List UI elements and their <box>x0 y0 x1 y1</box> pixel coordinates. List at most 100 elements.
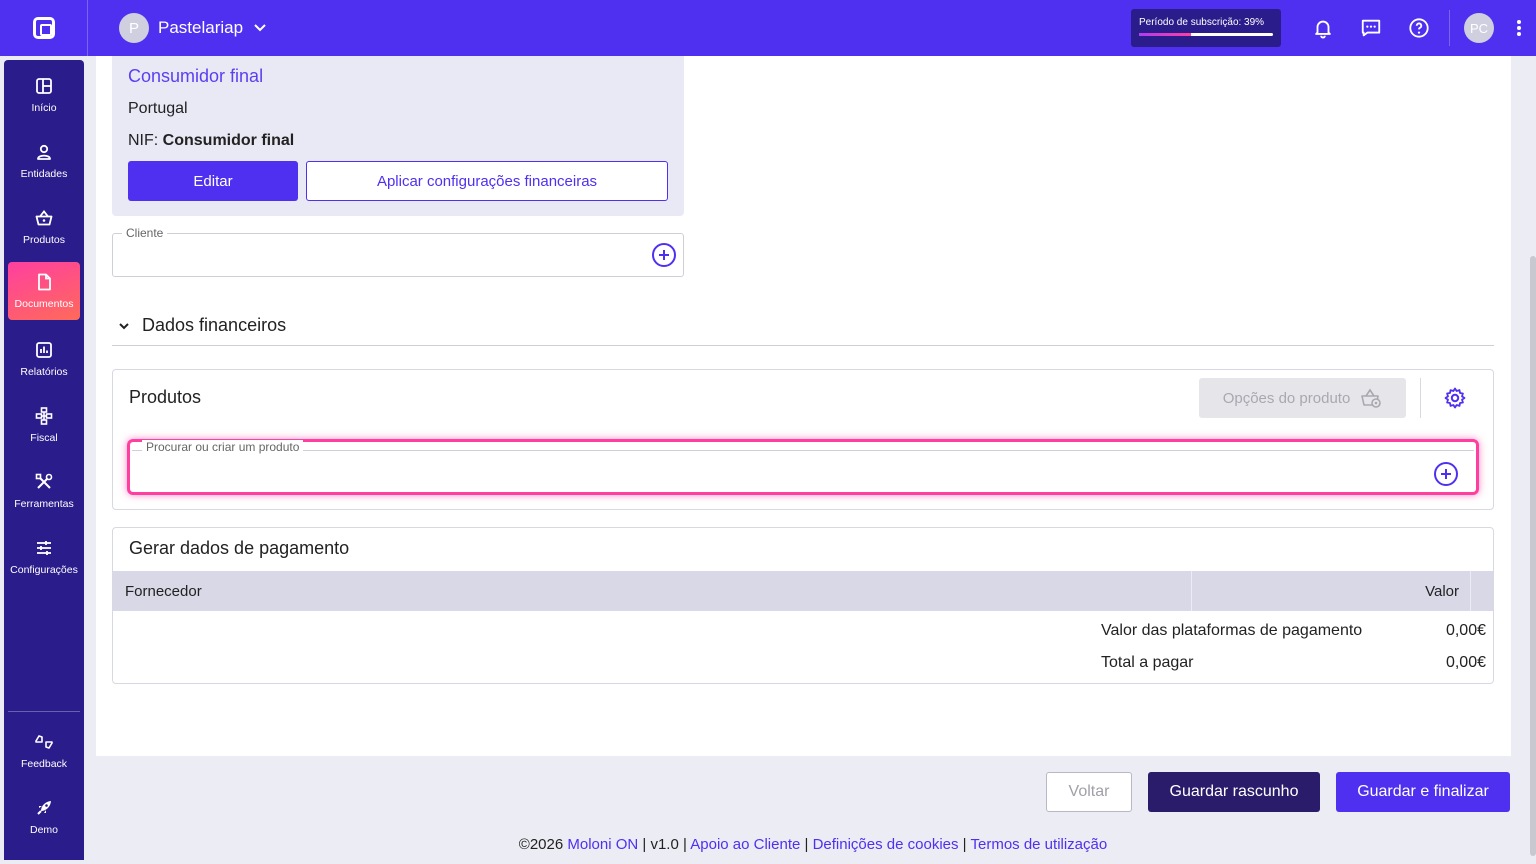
footer-terms-link[interactable]: Termos de utilização <box>970 836 1107 853</box>
logo-icon <box>32 17 55 39</box>
save-draft-button[interactable]: Guardar rascunho <box>1148 772 1320 812</box>
sidebar-item-label: Feedback <box>20 757 68 770</box>
sidebar-item-produtos[interactable]: Produtos <box>8 198 80 256</box>
feedback-icon <box>35 734 53 749</box>
footer-brand-link[interactable]: Moloni ON <box>567 836 638 853</box>
document-form: Consumidor final Portugal NIF: Consumido… <box>96 56 1511 756</box>
summary-value-total: 0,00€ <box>1445 654 1486 671</box>
more-vertical-icon <box>1517 20 1521 36</box>
user-avatar: PC <box>1464 13 1494 43</box>
sidebar-item-label: Início <box>31 101 57 114</box>
subscription-progress-fill <box>1139 33 1192 36</box>
chat-icon <box>1361 19 1381 37</box>
help-button[interactable] <box>1395 0 1443 56</box>
sidebar-item-fiscal[interactable]: Fiscal <box>8 396 80 454</box>
footer-cookies-link[interactable]: Definições de cookies <box>813 836 959 853</box>
company-avatar: P <box>119 13 149 43</box>
page-scrollbar[interactable] <box>1530 56 1536 864</box>
client-name[interactable]: Consumidor final <box>128 66 263 87</box>
summary-value-platforms: 0,00€ <box>1445 622 1486 639</box>
financial-data-section-toggle[interactable]: Dados financeiros <box>112 306 1494 346</box>
client-card: Consumidor final Portugal NIF: Consumido… <box>112 56 684 216</box>
summary-label-total: Total a pagar <box>1101 654 1194 671</box>
edit-client-button[interactable]: Editar <box>128 161 298 201</box>
sidebar-item-label: Fiscal <box>30 431 58 444</box>
scrollbar-thumb[interactable] <box>1530 256 1536 856</box>
top-bar: P Pastelariap Período de subscrição: 39%… <box>0 0 1536 56</box>
company-selector[interactable]: P Pastelariap <box>119 13 267 43</box>
bell-icon <box>1315 20 1331 39</box>
sidebar-item-label: Demo <box>29 823 58 836</box>
sitemap-icon <box>35 406 53 425</box>
add-product-icon[interactable] <box>1434 462 1458 486</box>
client-nif-label: NIF: <box>128 132 159 149</box>
sidebar-item-entidades[interactable]: Entidades <box>8 132 80 190</box>
top-right-actions: Período de subscrição: 39% PC <box>1131 0 1536 56</box>
sidebar-item-label: Documentos <box>14 297 74 310</box>
client-field[interactable]: Cliente <box>112 226 684 277</box>
apply-financial-settings-button[interactable]: Aplicar configurações financeiras <box>306 161 668 201</box>
sliders-icon <box>37 540 51 555</box>
subscription-period[interactable]: Período de subscrição: 39% <box>1131 9 1281 47</box>
footer-version: v1.0 <box>650 836 679 853</box>
sidebar-item-documentos[interactable]: Documentos <box>8 262 80 320</box>
gear-icon[interactable] <box>1443 386 1467 410</box>
help-icon <box>1409 18 1429 38</box>
column-divider <box>1191 571 1192 611</box>
footer-separator: | <box>683 836 687 853</box>
app-logo[interactable] <box>0 0 88 56</box>
subscription-progress-bar <box>1139 33 1273 36</box>
payment-table-header: Fornecedor Valor <box>113 571 1493 611</box>
sidebar-item-configuracoes[interactable]: Configurações <box>8 528 80 586</box>
dashboard-icon <box>36 77 52 94</box>
footer-separator: | <box>804 836 809 853</box>
rocket-icon <box>37 800 51 815</box>
column-header-valor: Valor <box>1425 582 1459 600</box>
product-search-input[interactable]: Procurar ou criar um produto <box>127 439 1479 495</box>
topbar-divider <box>1449 10 1450 46</box>
messages-button[interactable] <box>1347 0 1395 56</box>
document-icon <box>38 273 51 290</box>
notifications-button[interactable] <box>1299 0 1347 56</box>
subscription-label: Período de subscrição: 39% <box>1139 17 1265 28</box>
client-nif-value: Consumidor final <box>162 132 295 149</box>
client-field-label: Cliente <box>122 226 168 240</box>
product-search-label: Procurar ou criar um produto <box>142 440 304 454</box>
basket-icon <box>35 209 53 225</box>
client-nif: NIF: Consumidor final <box>128 132 294 150</box>
sidebar-item-label: Entidades <box>20 167 68 180</box>
client-country: Portugal <box>128 100 188 117</box>
add-client-icon[interactable] <box>652 243 676 267</box>
product-options-button[interactable]: Opções do produto <box>1199 378 1406 418</box>
basket-settings-icon <box>1361 388 1382 408</box>
user-menu-button[interactable]: PC <box>1456 0 1502 56</box>
footer-support-link[interactable]: Apoio ao Cliente <box>690 836 800 853</box>
company-name: Pastelariap <box>158 18 244 37</box>
products-panel: Produtos Opções do produto Procurar ou c… <box>112 369 1494 510</box>
payment-panel: Gerar dados de pagamento Fornecedor Valo… <box>112 527 1494 684</box>
sidebar-item-ferramentas[interactable]: Ferramentas <box>8 462 80 520</box>
financial-data-title: Dados financeiros <box>142 315 287 335</box>
sidebar-item-feedback[interactable]: Feedback <box>8 722 80 780</box>
footer-separator: | <box>962 836 967 853</box>
save-finalize-button[interactable]: Guardar e finalizar <box>1336 772 1510 812</box>
product-search-field[interactable] <box>132 450 1474 490</box>
footer-separator: | <box>642 836 647 853</box>
sidebar-item-label: Configurações <box>10 563 78 576</box>
sidebar: Início Entidades Produtos Documentos Rel… <box>4 60 84 860</box>
sidebar-item-label: Produtos <box>22 233 66 246</box>
more-options-button[interactable] <box>1502 0 1536 56</box>
chevron-down-icon <box>119 322 129 329</box>
sidebar-item-relatorios[interactable]: Relatórios <box>8 330 80 388</box>
summary-label-platforms: Valor das plataformas de pagamento <box>1101 622 1363 639</box>
back-button[interactable]: Voltar <box>1046 772 1132 812</box>
chart-icon <box>36 341 52 358</box>
footer-copyright: ©2026 <box>518 836 564 853</box>
tools-icon <box>35 473 53 489</box>
column-header-fornecedor: Fornecedor <box>125 582 202 600</box>
payment-title: Gerar dados de pagamento <box>129 538 350 558</box>
sidebar-item-inicio[interactable]: Início <box>8 66 80 124</box>
footer: ©2026 Moloni ON | v1.0 | Apoio ao Client… <box>0 836 1536 853</box>
chevron-down-icon <box>254 24 266 32</box>
sidebar-item-label: Ferramentas <box>14 497 74 510</box>
